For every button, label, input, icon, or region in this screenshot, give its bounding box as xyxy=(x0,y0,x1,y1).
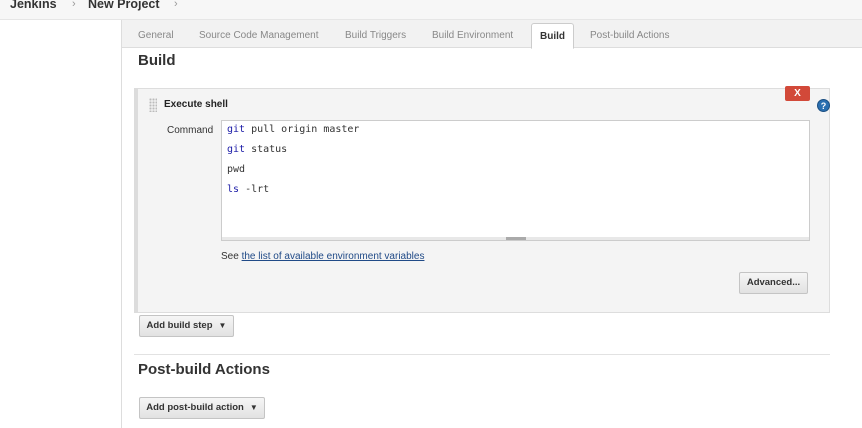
delete-step-button[interactable]: X xyxy=(785,86,810,101)
section-divider xyxy=(134,354,830,355)
tab-source-code-management[interactable]: Source Code Management xyxy=(199,30,319,41)
command-line: git status xyxy=(227,144,288,155)
add-post-build-action-button[interactable]: Add post-build action ▼ xyxy=(139,397,265,419)
tab-build[interactable]: Build xyxy=(531,23,574,49)
step-title: Execute shell xyxy=(164,99,228,110)
command-label: Command xyxy=(167,125,214,136)
chevron-right-icon[interactable]: › xyxy=(174,0,178,10)
tab-general[interactable]: General xyxy=(138,30,174,41)
sidebar-divider xyxy=(121,20,122,428)
textarea-resize-handle[interactable] xyxy=(221,237,810,241)
step-left-border xyxy=(134,88,138,313)
advanced-button[interactable]: Advanced... xyxy=(739,272,808,294)
post-build-section-title: Post-build Actions xyxy=(138,361,270,378)
sidebar xyxy=(0,20,121,428)
env-variables-note: See the list of available environment va… xyxy=(221,251,425,262)
breadcrumb-bar: Jenkins › New Project › xyxy=(0,0,862,20)
build-section-title: Build xyxy=(138,52,176,69)
help-icon[interactable]: ? xyxy=(817,99,830,112)
chevron-right-icon: › xyxy=(72,0,76,10)
drag-handle-icon[interactable] xyxy=(149,98,157,112)
command-line: git pull origin master xyxy=(227,124,360,135)
env-variables-link[interactable]: the list of available environment variab… xyxy=(242,251,425,262)
tab-build-environment[interactable]: Build Environment xyxy=(432,30,513,41)
config-tabs: General Source Code Management Build Tri… xyxy=(122,20,862,49)
caret-down-icon: ▼ xyxy=(249,403,258,412)
command-line: ls -lrt xyxy=(227,184,270,195)
grip-icon xyxy=(506,237,526,240)
tab-post-build-actions[interactable]: Post-build Actions xyxy=(590,30,670,41)
command-textarea[interactable]: git pull origin master git status pwd ls… xyxy=(221,120,810,240)
add-build-step-button[interactable]: Add build step ▼ xyxy=(139,315,234,337)
breadcrumb-jenkins[interactable]: Jenkins xyxy=(10,0,57,11)
caret-down-icon: ▼ xyxy=(218,321,227,330)
command-line: pwd xyxy=(227,164,246,175)
tab-build-triggers[interactable]: Build Triggers xyxy=(345,30,406,41)
breadcrumb-new-project[interactable]: New Project xyxy=(88,0,160,11)
